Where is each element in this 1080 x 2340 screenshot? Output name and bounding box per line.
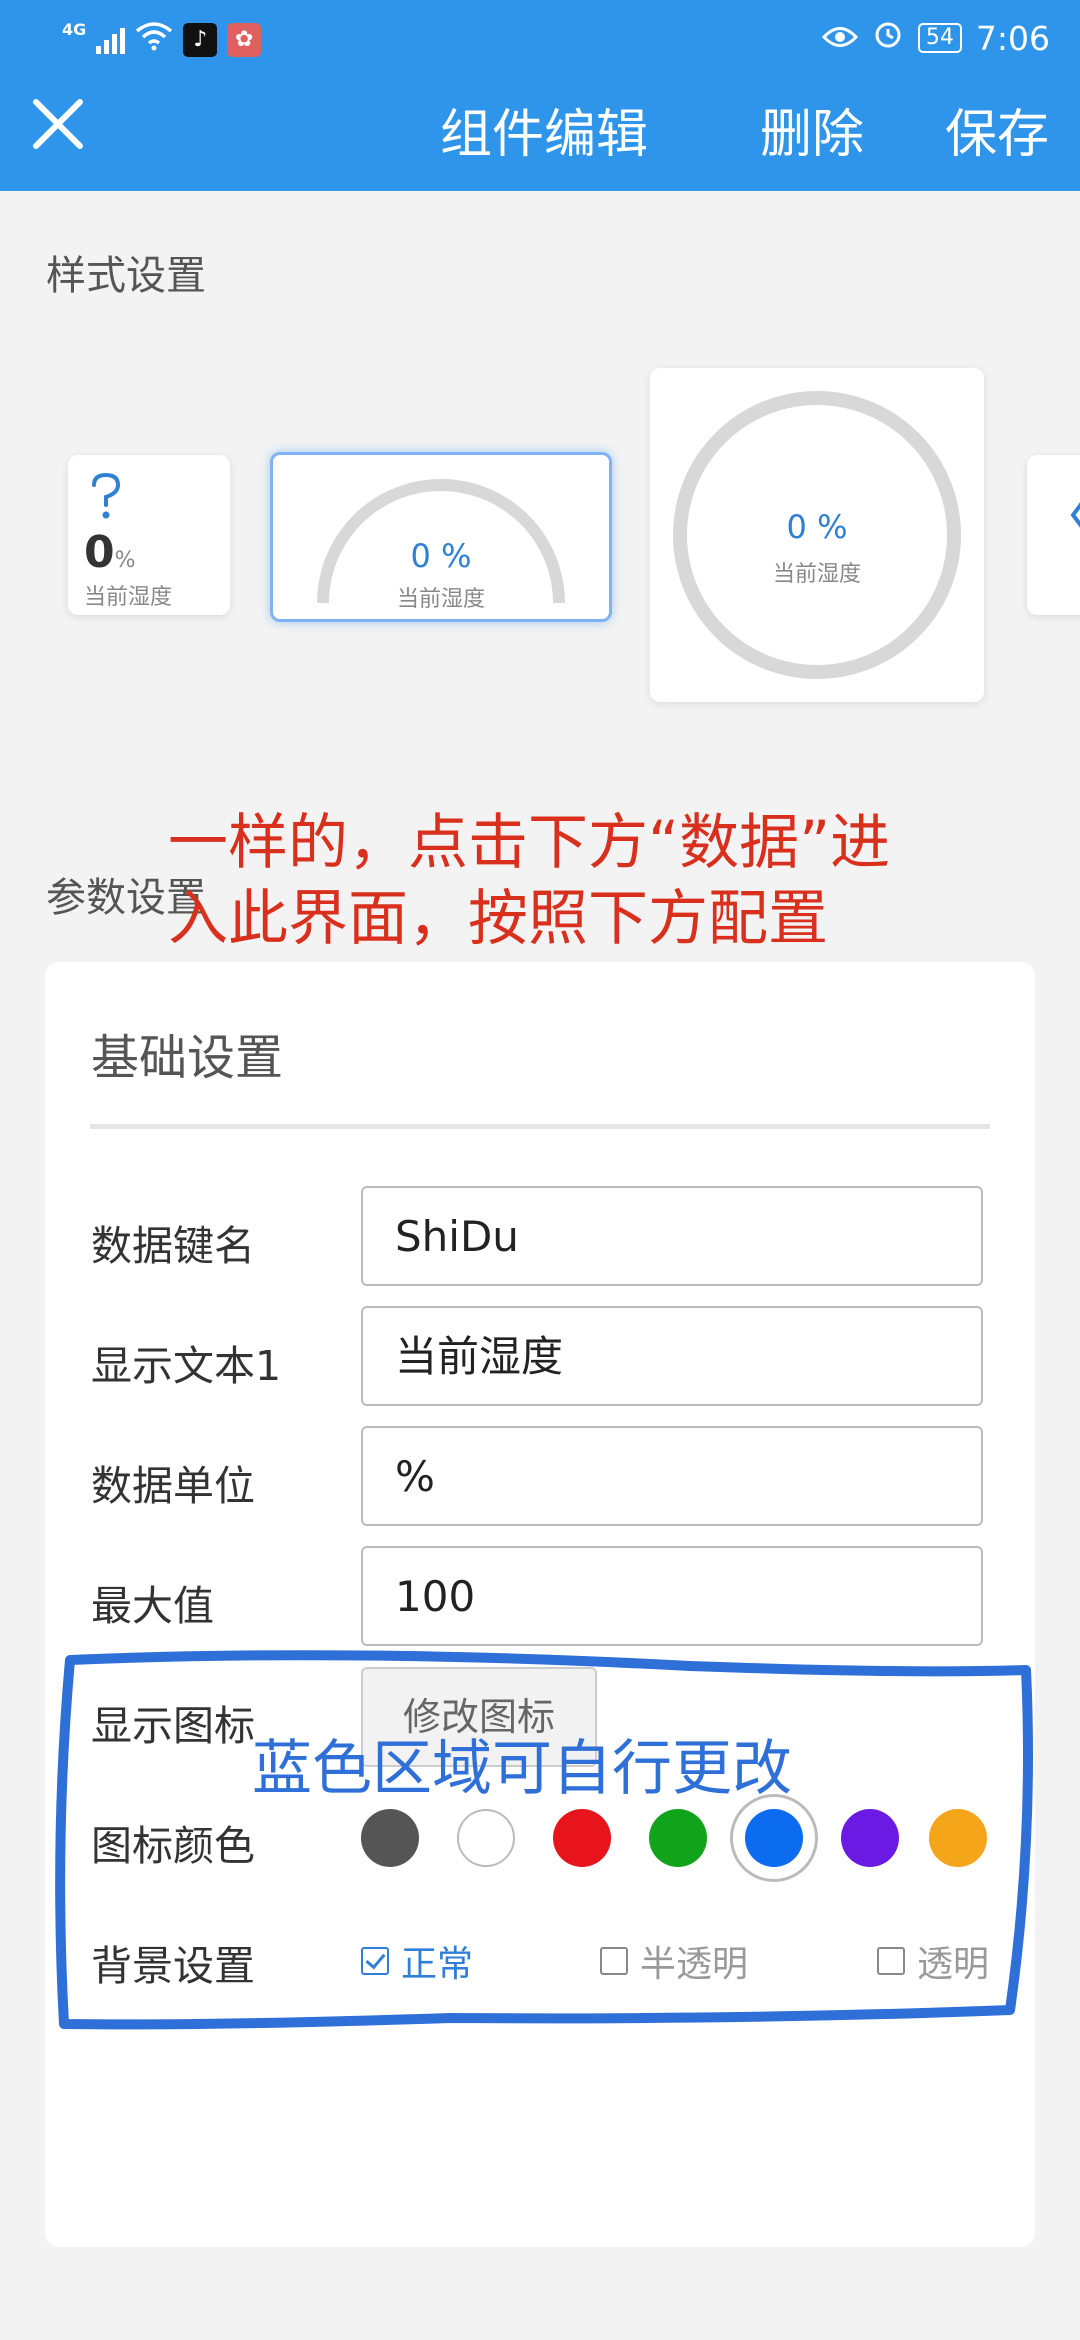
app-header: 4G ♪ ✿ 54 7:06 组件编辑 删除 保存 xyxy=(0,0,1080,191)
question-icon xyxy=(92,472,121,519)
status-bar: 4G ♪ ✿ 54 7:06 xyxy=(0,18,1080,68)
max-value-input[interactable]: 100 xyxy=(361,1546,983,1646)
style-tile-ring-gauge[interactable]: 0 % 当前湿度 xyxy=(650,368,984,702)
tiktok-icon: ♪ xyxy=(183,22,218,57)
tile-unit: % xyxy=(114,548,136,573)
network-type: 4G xyxy=(62,20,87,39)
style-tile-half-gauge[interactable]: 0 % 当前湿度 xyxy=(270,452,612,622)
red-annotation-line: 入此界面，按照下方配置 xyxy=(168,884,828,954)
style-tile-icon-value[interactable]: 0% 当前湿度 xyxy=(68,455,230,615)
data-key-label: 数据键名 xyxy=(91,1222,255,1270)
blue-annotation-text: 蓝色区域可自行更改 xyxy=(252,1734,792,1804)
tile-value: 0 % xyxy=(410,537,472,575)
page-title: 组件编辑 xyxy=(440,105,649,165)
close-button[interactable] xyxy=(30,96,86,152)
card-title: 基础设置 xyxy=(91,1030,284,1086)
tile-label: 当前湿度 xyxy=(84,585,173,610)
chevron-left-icon xyxy=(1070,502,1080,528)
data-unit-input[interactable]: % xyxy=(361,1426,983,1526)
clock-time: 7:06 xyxy=(975,18,1050,58)
divider xyxy=(90,1124,990,1129)
close-icon xyxy=(33,99,83,149)
alarm-icon xyxy=(872,18,904,58)
data-key-input[interactable]: ShiDu xyxy=(361,1186,983,1286)
blue-annotation-frame xyxy=(55,1650,1033,2030)
save-button[interactable]: 保存 xyxy=(945,92,1049,167)
tile-label: 当前湿度 xyxy=(772,562,861,587)
eye-icon xyxy=(821,19,858,58)
style-tile-partial[interactable] xyxy=(1027,455,1080,615)
delete-button[interactable]: 删除 xyxy=(760,92,864,167)
red-annotation: 一样的，点击下方“数据”进 入此界面，按照下方配置 xyxy=(168,805,968,957)
tile-value: 0 % xyxy=(786,508,848,546)
wifi-icon xyxy=(135,20,173,59)
display-text-input[interactable]: 当前湿度 xyxy=(361,1306,983,1406)
max-value-label: 最大值 xyxy=(91,1582,214,1630)
signal-icon xyxy=(96,26,126,54)
style-settings-label: 样式设置 xyxy=(46,253,206,299)
tile-label: 当前湿度 xyxy=(396,587,485,612)
display-text-label: 显示文本1 xyxy=(91,1342,282,1390)
red-annotation-line: 一样的，点击下方“数据”进 xyxy=(168,808,891,878)
huawei-icon: ✿ xyxy=(227,22,262,57)
data-unit-label: 数据单位 xyxy=(91,1462,255,1510)
basic-settings-card: 基础设置 数据键名 ShiDu 显示文本1 当前湿度 数据单位 % 最大值 10… xyxy=(45,962,1035,2247)
tile-value: 0 xyxy=(84,527,115,578)
battery-icon: 54 xyxy=(917,23,962,53)
